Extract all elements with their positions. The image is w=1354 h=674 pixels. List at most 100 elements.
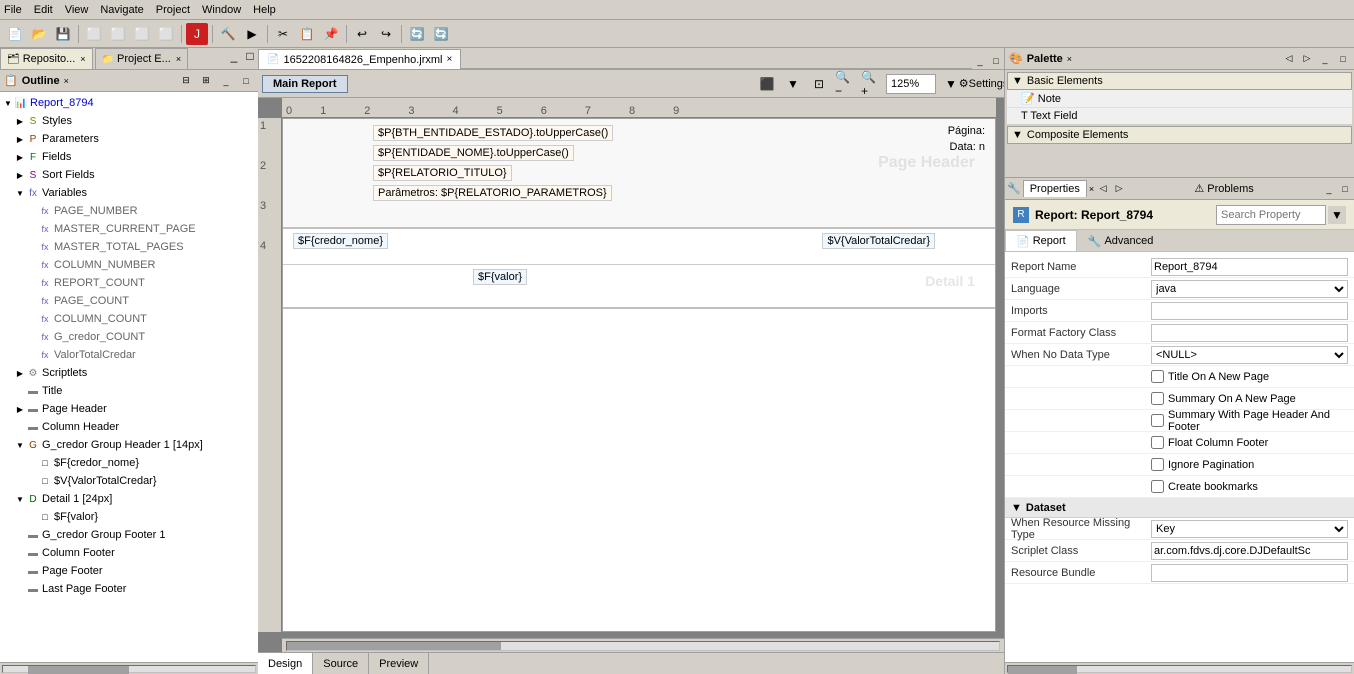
project-tab-close[interactable]: ×	[176, 54, 181, 64]
prop-select-language[interactable]: java groovy	[1151, 280, 1348, 298]
toolbar-btn-4[interactable]: ⬜	[155, 23, 177, 45]
palette-basic-elements[interactable]: ▼ Basic Elements	[1007, 72, 1352, 90]
outline-scroll-track[interactable]	[2, 665, 256, 673]
prop-value-resource-bundle[interactable]	[1151, 564, 1348, 582]
zoom-in[interactable]: 🔍+	[860, 73, 882, 95]
prop-input-imports[interactable]	[1151, 302, 1348, 320]
field-valor[interactable]: $F{valor}	[473, 269, 527, 285]
tree-item-parameters[interactable]: ▶ P Parameters	[0, 130, 258, 148]
settings-btn[interactable]: ⚙ Settings ▼	[978, 73, 1000, 95]
tree-item-column-header[interactable]: ▶ ▬ Column Header	[0, 418, 258, 436]
menu-file[interactable]: File	[4, 4, 22, 16]
tree-item-detail[interactable]: ▼ D Detail 1 [24px]	[0, 490, 258, 508]
main-report-tab[interactable]: Main Report	[262, 75, 348, 93]
toolbar-cut[interactable]: ✂	[272, 23, 294, 45]
field-valor-total-credor[interactable]: $V{ValorTotalCredar}	[822, 233, 935, 249]
editor-scroll-track[interactable]	[286, 641, 1000, 651]
tree-arrow-scriptlets[interactable]: ▶	[14, 367, 26, 379]
prop-value-create-bookmarks[interactable]: Create bookmarks	[1151, 480, 1348, 493]
tree-arrow-detail[interactable]: ▼	[14, 493, 26, 505]
tree-item-column-footer[interactable]: ▶ ▬ Column Footer	[0, 544, 258, 562]
outline-scroll-thumb[interactable]	[28, 666, 129, 674]
prop-value-report-name[interactable]	[1151, 258, 1348, 276]
tree-item-report[interactable]: ▼ 📊 Report_8794	[0, 94, 258, 112]
prop-value-summary-new-page[interactable]: Summary On A New Page	[1151, 392, 1348, 405]
prop-check-summary-with-header[interactable]	[1151, 414, 1164, 427]
outline-maximize[interactable]: □	[238, 73, 254, 89]
prop-check-create-bookmarks[interactable]	[1151, 480, 1164, 493]
prop-check-float-column-footer[interactable]	[1151, 436, 1164, 449]
props-tab-problems[interactable]: ⚠ Problems	[1187, 179, 1260, 198]
zoom-level[interactable]: 125%	[886, 74, 936, 94]
prop-value-when-no-data[interactable]: <NULL> NoPages BlankPage	[1151, 346, 1348, 364]
tree-arrow-group-header[interactable]: ▼	[14, 439, 26, 451]
palette-close[interactable]: ×	[1067, 54, 1072, 64]
prop-check-summary-new-page[interactable]	[1151, 392, 1164, 405]
toolbar-refresh-2[interactable]: 🔄	[430, 23, 452, 45]
tree-item-master-total[interactable]: ▶ fx MASTER_TOTAL_PAGES	[0, 238, 258, 256]
tree-item-last-page-footer[interactable]: ▶ ▬ Last Page Footer	[0, 580, 258, 598]
field-credor-nome[interactable]: $F{credor_nome}	[293, 233, 388, 249]
prop-input-resource-bundle[interactable]	[1151, 564, 1348, 582]
props-close[interactable]: ×	[1089, 184, 1094, 194]
search-prop-dropdown[interactable]: ▼	[1328, 206, 1346, 224]
repository-tab-close[interactable]: ×	[80, 54, 85, 64]
tree-item-title[interactable]: ▶ ▬ Title	[0, 382, 258, 400]
field-pagina[interactable]: Página:	[948, 125, 985, 137]
prop-value-ignore-pagination[interactable]: Ignore Pagination	[1151, 458, 1348, 471]
tree-item-column-number[interactable]: ▶ fx COLUMN_NUMBER	[0, 256, 258, 274]
props-minimize[interactable]: _	[1322, 182, 1336, 196]
props-btn-1[interactable]: ◁	[1096, 182, 1110, 196]
toolbar-btn-3[interactable]: ⬜	[131, 23, 153, 45]
tree-item-fields[interactable]: ▶ F Fields	[0, 148, 258, 166]
field-relatorio-titulo[interactable]: $P{RELATORIO_TITULO}	[373, 165, 512, 181]
palette-btn-2[interactable]: ▷	[1300, 52, 1314, 66]
tree-item-page-footer[interactable]: ▶ ▬ Page Footer	[0, 562, 258, 580]
prop-value-format-factory[interactable]	[1151, 324, 1348, 342]
toolbar-compile[interactable]: 🔨	[217, 23, 239, 45]
outline-expand-all[interactable]: ⊞	[198, 73, 214, 89]
prop-input-report-name[interactable]	[1151, 258, 1348, 276]
prop-select-resource-missing[interactable]: Key Error Null Empty	[1151, 520, 1348, 538]
toolbar-paste[interactable]: 📌	[320, 23, 342, 45]
zoom-fit[interactable]: ⊡	[808, 73, 830, 95]
save-button[interactable]: 💾	[52, 23, 74, 45]
prop-section-dataset[interactable]: ▼ Dataset	[1005, 498, 1354, 518]
prop-value-summary-with-header[interactable]: Summary With Page Header And Footer	[1151, 409, 1348, 433]
tree-item-sortfields[interactable]: ▶ S Sort Fields	[0, 166, 258, 184]
props-subtab-advanced[interactable]: 🔧 Advanced	[1077, 230, 1165, 251]
menu-view[interactable]: View	[65, 4, 89, 16]
tree-item-group-footer[interactable]: ▶ ▬ G_credor Group Footer 1	[0, 526, 258, 544]
tab-preview[interactable]: Preview	[369, 653, 429, 674]
prop-check-ignore-pagination[interactable]	[1151, 458, 1164, 471]
menu-help[interactable]: Help	[253, 4, 276, 16]
outline-scrollbar[interactable]	[0, 662, 258, 674]
repository-tab[interactable]: 🗂 Reposito... ×	[0, 48, 93, 69]
toolbar-btn-2[interactable]: ⬜	[107, 23, 129, 45]
tree-item-credor-nome[interactable]: ▶ □ $F{credor_nome}	[0, 454, 258, 472]
prop-value-float-column-footer[interactable]: Float Column Footer	[1151, 436, 1348, 449]
tree-item-valor-total[interactable]: ▶ fx ValorTotalCredar	[0, 346, 258, 364]
tree-item-page-header[interactable]: ▶ ▬ Page Header	[0, 400, 258, 418]
tree-arrow-styles[interactable]: ▶	[14, 115, 26, 127]
toolbar-refresh-1[interactable]: 🔄	[406, 23, 428, 45]
tree-arrow-fields[interactable]: ▶	[14, 151, 26, 163]
tree-arrow-parameters[interactable]: ▶	[14, 133, 26, 145]
tree-item-scriptlets[interactable]: ▶ ⚙ Scriptlets	[0, 364, 258, 382]
tree-arrow-variables[interactable]: ▼	[14, 187, 26, 199]
editor-minimize[interactable]: _	[972, 53, 988, 69]
tree-item-styles[interactable]: ▶ S Styles	[0, 112, 258, 130]
palette-minimize[interactable]: _	[1318, 52, 1332, 66]
tree-item-master-current[interactable]: ▶ fx MASTER_CURRENT_PAGE	[0, 220, 258, 238]
tree-item-report-count[interactable]: ▶ fx REPORT_COUNT	[0, 274, 258, 292]
palette-note-item[interactable]: 📝 Note	[1007, 90, 1352, 107]
zoom-icon-1[interactable]: ⬛	[756, 73, 778, 95]
tree-item-page-count[interactable]: ▶ fx PAGE_COUNT	[0, 292, 258, 310]
prop-check-title-new-page[interactable]	[1151, 370, 1164, 383]
tree-item-g-credor-count[interactable]: ▶ fx G_credor_COUNT	[0, 328, 258, 346]
tree-item-variables[interactable]: ▼ fx Variables	[0, 184, 258, 202]
toolbar-copy[interactable]: 📋	[296, 23, 318, 45]
maximize-repo[interactable]: □	[242, 48, 258, 64]
tab-design[interactable]: Design	[258, 653, 313, 674]
editor-maximize[interactable]: □	[988, 53, 1004, 69]
